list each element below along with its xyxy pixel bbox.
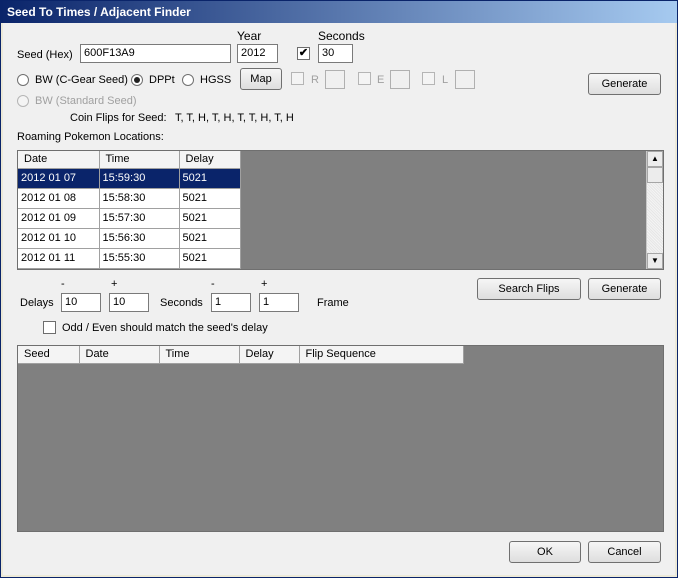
dialog-body: Seed (Hex) 600F13A9 Year 2012 ✔ Seconds … bbox=[3, 23, 675, 575]
table-row[interactable]: 2012 01 11 15:55:30 5021 bbox=[18, 248, 241, 269]
seconds-checkbox[interactable]: ✔ bbox=[297, 47, 310, 60]
row-date: 2012 01 10 bbox=[18, 228, 100, 249]
table-row[interactable]: 2012 01 10 15:56:30 5021 bbox=[18, 228, 241, 249]
odd-even-label: Odd / Even should match the seed's delay bbox=[62, 322, 268, 334]
seconds-range-label: Seconds bbox=[160, 297, 203, 309]
hgss-label: HGSS bbox=[200, 74, 232, 86]
results-col-flip-sequence[interactable]: Flip Sequence bbox=[299, 346, 464, 364]
row-delay: 5021 bbox=[179, 188, 241, 209]
seed-input[interactable]: 600F13A9 bbox=[80, 44, 231, 63]
roamer-r-checkbox[interactable] bbox=[291, 72, 304, 85]
delays-minus-sign: - bbox=[61, 278, 65, 290]
roamer-l-checkbox[interactable] bbox=[422, 72, 435, 85]
coin-flips-value: T, T, H, T, H, T, T, H, T, H bbox=[175, 112, 294, 124]
row-delay: 5021 bbox=[179, 228, 241, 249]
generate-button[interactable]: Generate bbox=[588, 278, 661, 300]
table-row[interactable]: 2012 01 08 15:58:30 5021 bbox=[18, 188, 241, 209]
frame-label: Frame bbox=[317, 297, 349, 309]
table-row[interactable]: 2012 01 09 15:57:30 5021 bbox=[18, 208, 241, 229]
results-col-time[interactable]: Time bbox=[159, 346, 240, 364]
results-grid: Seed Date Time Delay Flip Sequence bbox=[17, 345, 664, 532]
seconds-label: Seconds bbox=[318, 29, 365, 43]
radio-selected-dot bbox=[134, 77, 140, 83]
year-label: Year bbox=[237, 29, 262, 43]
row-time: 15:58:30 bbox=[99, 188, 180, 209]
map-button[interactable]: Map bbox=[240, 68, 282, 90]
results-col-seed[interactable]: Seed bbox=[18, 346, 80, 364]
delays-minus-input[interactable]: 10 bbox=[61, 293, 101, 312]
dialog-window: Seed To Times / Adjacent Finder Seed (He… bbox=[0, 0, 678, 578]
generate-top-button[interactable]: Generate bbox=[588, 73, 661, 95]
row-date: 2012 01 08 bbox=[18, 188, 100, 209]
scroll-up-icon[interactable]: ▲ bbox=[647, 151, 663, 167]
row-time: 15:55:30 bbox=[99, 248, 180, 269]
row-date: 2012 01 07 bbox=[18, 168, 100, 189]
row-time: 15:57:30 bbox=[99, 208, 180, 229]
roaming-col-date[interactable]: Date bbox=[18, 151, 100, 169]
scroll-thumb[interactable] bbox=[647, 167, 663, 183]
seconds-minus-input[interactable]: 1 bbox=[211, 293, 251, 312]
row-date: 2012 01 11 bbox=[18, 248, 100, 269]
scroll-down-icon[interactable]: ▼ bbox=[647, 253, 663, 269]
row-delay: 5021 bbox=[179, 208, 241, 229]
cancel-button[interactable]: Cancel bbox=[588, 541, 661, 563]
results-table: Seed Date Time Delay Flip Sequence bbox=[18, 346, 464, 364]
ok-button[interactable]: OK bbox=[509, 541, 581, 563]
row-time: 15:59:30 bbox=[99, 168, 180, 189]
year-input[interactable]: 2012 bbox=[237, 44, 278, 63]
dppt-radio[interactable] bbox=[131, 74, 143, 86]
seconds-plus-input[interactable]: 1 bbox=[259, 293, 299, 312]
bw-cgear-radio[interactable] bbox=[17, 74, 29, 86]
row-delay: 5021 bbox=[179, 168, 241, 189]
roaming-label: Roaming Pokemon Locations: bbox=[17, 131, 164, 143]
roamer-r-input[interactable] bbox=[325, 70, 345, 89]
row-delay: 5021 bbox=[179, 248, 241, 269]
roamer-r-label: R bbox=[311, 74, 319, 86]
results-col-date[interactable]: Date bbox=[79, 346, 160, 364]
roaming-col-delay[interactable]: Delay bbox=[179, 151, 241, 169]
roaming-grid: Date Time Delay 2012 01 07 15:59:30 5021 2… bbox=[17, 150, 664, 270]
seconds-input[interactable]: 30 bbox=[318, 44, 353, 63]
roamer-e-checkbox[interactable] bbox=[358, 72, 371, 85]
roaming-table: Date Time Delay 2012 01 07 15:59:30 5021 2… bbox=[18, 151, 241, 269]
table-row[interactable]: 2012 01 07 15:59:30 5021 bbox=[18, 168, 241, 189]
row-date: 2012 01 09 bbox=[18, 208, 100, 229]
bw-standard-radio[interactable] bbox=[17, 95, 29, 107]
bw-standard-label: BW (Standard Seed) bbox=[35, 95, 137, 107]
window-title: Seed To Times / Adjacent Finder bbox=[1, 1, 677, 23]
roamer-l-label: L bbox=[442, 74, 449, 86]
seconds-minus-sign: - bbox=[211, 278, 215, 290]
delays-label: Delays bbox=[20, 297, 54, 309]
dppt-label: DPPt bbox=[149, 74, 175, 86]
results-col-delay[interactable]: Delay bbox=[239, 346, 300, 364]
search-flips-button[interactable]: Search Flips bbox=[477, 278, 581, 300]
roaming-col-time[interactable]: Time bbox=[99, 151, 180, 169]
seconds-plus-sign: + bbox=[261, 278, 268, 290]
coin-flips-label: Coin Flips for Seed: bbox=[70, 112, 167, 124]
hgss-radio[interactable] bbox=[182, 74, 194, 86]
roaming-scrollbar[interactable]: ▲ ▼ bbox=[646, 151, 663, 269]
row-time: 15:56:30 bbox=[99, 228, 180, 249]
delays-plus-input[interactable]: 10 bbox=[109, 293, 149, 312]
odd-even-checkbox[interactable] bbox=[43, 321, 56, 334]
roamer-l-input[interactable] bbox=[455, 70, 475, 89]
delays-plus-sign: + bbox=[111, 278, 118, 290]
roamer-e-label: E bbox=[377, 74, 385, 86]
seed-label: Seed (Hex) bbox=[17, 49, 73, 61]
roamer-e-input[interactable] bbox=[390, 70, 410, 89]
bw-cgear-label: BW (C-Gear Seed) bbox=[35, 74, 128, 86]
